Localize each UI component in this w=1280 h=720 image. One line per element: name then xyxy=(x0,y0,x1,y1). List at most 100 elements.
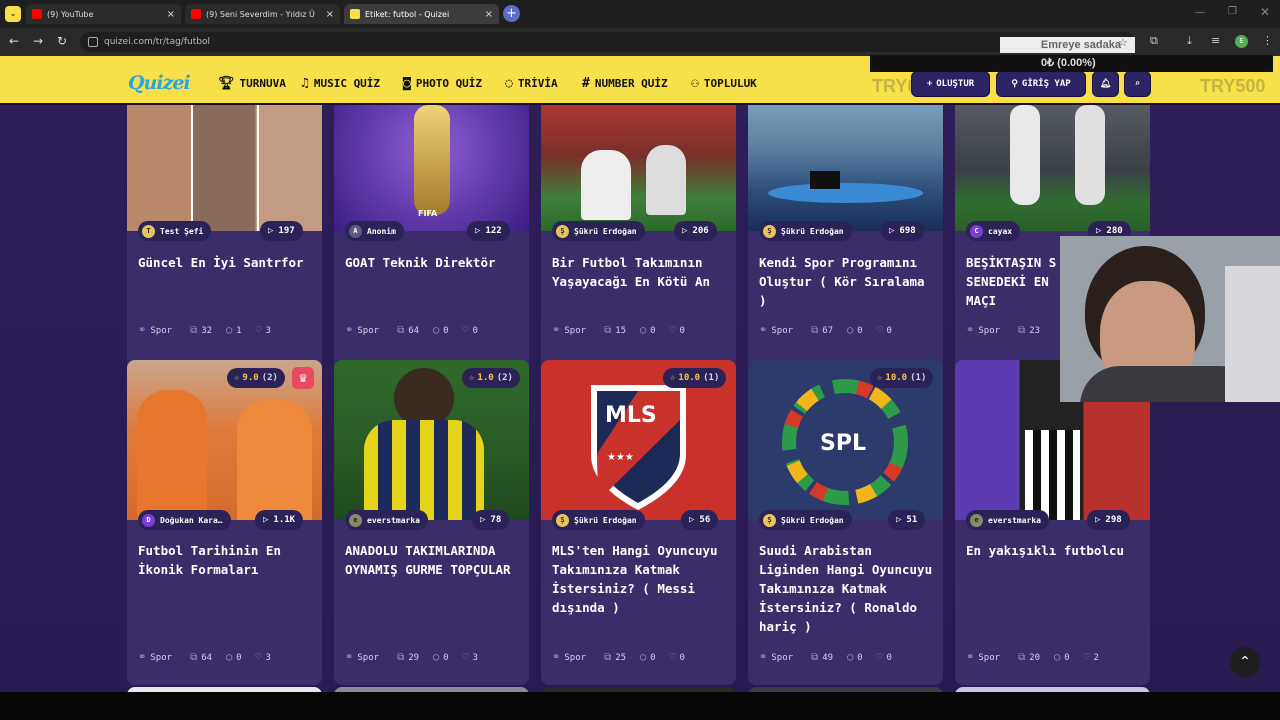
nav-number-quiz[interactable]: # NUMBER QUİZ xyxy=(582,76,668,91)
tab-youtube[interactable]: (9) YouTube × xyxy=(26,4,181,24)
avatar: Ş xyxy=(763,224,776,238)
nav-turnuva[interactable]: 🏆︎ TURNUVA xyxy=(218,76,286,91)
login-button[interactable]: ⚲ GİRİŞ YAP xyxy=(996,71,1086,97)
close-tab-icon[interactable]: × xyxy=(485,9,493,20)
category-icon: ⚭ xyxy=(345,325,354,336)
quiz-title[interactable]: Bir Futbol Takımının Yaşayacağı En Kötü … xyxy=(552,253,727,291)
author-badge[interactable]: D Doğukan Kara… xyxy=(138,510,231,530)
heart-icon[interactable]: ♡ xyxy=(463,652,469,663)
questions-icon: ⧉ xyxy=(190,652,198,663)
tab-search-button[interactable]: ⌄ xyxy=(5,6,21,22)
site-logo[interactable]: Quizei xyxy=(128,72,191,94)
quiz-title[interactable]: Güncel En İyi Santrfor xyxy=(138,253,313,272)
quiz-title[interactable]: BEŞİKTAŞIN S SENEDEKİ EN MAÇI xyxy=(966,253,1061,310)
play-icon: ▷ xyxy=(896,515,902,525)
comment-icon: ◯ xyxy=(640,652,647,663)
bookmark-star-icon[interactable]: ☆ xyxy=(1118,36,1128,49)
heart-icon[interactable]: ♡ xyxy=(463,325,469,336)
play-count: ▷ 122 xyxy=(467,221,510,241)
category-icon: ⚭ xyxy=(966,652,975,663)
quiz-title[interactable]: ANADOLU TAKIMLARINDA OYNAMIŞ GURME TOPÇU… xyxy=(345,541,520,579)
reload-icon[interactable]: ↻ xyxy=(54,34,70,48)
tab-youtube-music[interactable]: (9) Seni Severdim - Yıldız Ü × xyxy=(185,4,340,24)
star-icon: ☆ xyxy=(469,373,475,383)
notifications-button[interactable]: 🔔︎ xyxy=(1092,71,1119,97)
comment-icon: ◯ xyxy=(226,652,233,663)
heart-icon[interactable]: ♡ xyxy=(256,652,262,663)
profile-avatar[interactable]: E xyxy=(1235,35,1248,48)
card-meta: ⚭ Spor ⧉ 67 ◯ 0 ♡ 0 xyxy=(759,325,892,336)
back-icon[interactable]: ← xyxy=(6,34,22,48)
url-field[interactable]: quizei.com/tr/tag/futbol xyxy=(80,32,1135,52)
author-badge[interactable]: A Anonim xyxy=(345,221,404,241)
author-badge[interactable]: C cayax xyxy=(966,221,1021,241)
forward-icon[interactable]: → xyxy=(30,34,46,48)
category-icon: ⚭ xyxy=(759,325,768,336)
heart-icon[interactable]: ♡ xyxy=(670,652,676,663)
avatar: Ş xyxy=(556,224,569,238)
heart-icon[interactable]: ♡ xyxy=(670,325,676,336)
window-close-icon[interactable]: ✕ xyxy=(1260,5,1270,19)
nav-trivia[interactable]: ◌ TRİVİA xyxy=(505,76,558,91)
questions-icon: ⧉ xyxy=(397,652,405,663)
nav-photo-quiz[interactable]: ◙ PHOTO QUİZ xyxy=(403,76,482,91)
card-meta: ⚭ Spor ⧉ 64 ◯ 0 ♡ 0 xyxy=(345,325,478,336)
category-icon: ⚭ xyxy=(552,325,561,336)
category-icon: ⚭ xyxy=(138,652,147,663)
play-count: ▷ 206 xyxy=(674,221,717,241)
scroll-to-top-button[interactable]: ⌃ xyxy=(1230,647,1260,677)
category-icon: ⚭ xyxy=(552,652,561,663)
play-count: ▷ 298 xyxy=(1087,510,1130,530)
play-icon: ▷ xyxy=(475,226,481,236)
new-tab-button[interactable]: + xyxy=(503,5,520,22)
play-icon: ▷ xyxy=(263,515,269,525)
card-meta: ⚭ Spor ⧉ 23 xyxy=(966,325,1041,336)
category-icon: ⚭ xyxy=(138,325,147,336)
questions-icon: ⧉ xyxy=(811,325,819,336)
heart-icon[interactable]: ♡ xyxy=(1084,652,1090,663)
quiz-title[interactable]: Kendi Spor Programını Oluştur ( Kör Sıra… xyxy=(759,253,934,310)
close-tab-icon[interactable]: × xyxy=(167,9,175,20)
author-badge[interactable]: Ş Şükrü Erdoğan xyxy=(552,510,645,530)
tab-quizei[interactable]: Etiket: futbol - Quizei × xyxy=(344,4,499,24)
author-badge[interactable]: T Test Şefi xyxy=(138,221,212,241)
nav-topluluk[interactable]: ⚇ TOPLULUK xyxy=(691,76,757,91)
create-button[interactable]: + OLUŞTUR xyxy=(911,71,990,97)
avatar: Ş xyxy=(556,513,569,527)
quiz-title[interactable]: GOAT Teknik Direktör xyxy=(345,253,520,272)
avatar: e xyxy=(349,513,362,527)
author-badge[interactable]: Ş Şükrü Erdoğan xyxy=(759,510,852,530)
quiz-title[interactable]: Futbol Tarihinin En İkonik Formaları xyxy=(138,541,313,579)
window-minimize-icon[interactable]: — xyxy=(1195,7,1205,18)
author-badge[interactable]: e everstmarka xyxy=(966,510,1049,530)
author-badge[interactable]: e everstmarka xyxy=(345,510,428,530)
comment-icon: ◯ xyxy=(640,325,647,336)
nav-music-quiz[interactable]: ♫ MUSIC QUİZ xyxy=(301,76,380,91)
site-info-icon[interactable] xyxy=(88,37,98,47)
extensions-icon[interactable]: ⧉ xyxy=(1150,34,1158,48)
heart-icon[interactable]: ♡ xyxy=(877,325,883,336)
author-badge[interactable]: Ş Şükrü Erdoğan xyxy=(552,221,645,241)
quiz-thumbnail xyxy=(127,105,322,231)
menu-icon[interactable]: ⋮ xyxy=(1262,34,1273,47)
search-button[interactable]: ⌕ xyxy=(1124,71,1151,97)
svg-text:SPL: SPL xyxy=(820,431,866,456)
heart-icon[interactable]: ♡ xyxy=(256,325,262,336)
download-icon[interactable]: ⤓ xyxy=(1187,34,1192,48)
questions-icon: ⧉ xyxy=(397,325,405,336)
avatar: e xyxy=(970,513,983,527)
quiz-title[interactable]: Suudi Arabistan Liginden Hangi Oyuncuyu … xyxy=(759,541,934,636)
bell-icon: 🔔︎ xyxy=(1099,79,1112,89)
browser-tab-strip: ⌄ (9) YouTube × (9) Seni Severdim - Yıld… xyxy=(0,0,1280,28)
rating-badge: ☆ 10.0 (1) xyxy=(663,368,727,388)
reading-list-icon[interactable]: ≡ xyxy=(1211,34,1220,47)
author-badge[interactable]: Ş Şükrü Erdoğan xyxy=(759,221,852,241)
questions-icon: ⧉ xyxy=(604,652,612,663)
quiz-title[interactable]: MLS'ten Hangi Oyuncuyu Takımınıza Katmak… xyxy=(552,541,727,617)
window-maximize-icon[interactable]: ❐ xyxy=(1228,6,1237,17)
quiz-title[interactable]: En yakışıklı futbolcu xyxy=(966,541,1141,560)
heart-icon[interactable]: ♡ xyxy=(877,652,883,663)
play-count: ▷ 78 xyxy=(472,510,510,530)
close-tab-icon[interactable]: × xyxy=(326,9,334,20)
comment-icon: ◯ xyxy=(847,652,854,663)
